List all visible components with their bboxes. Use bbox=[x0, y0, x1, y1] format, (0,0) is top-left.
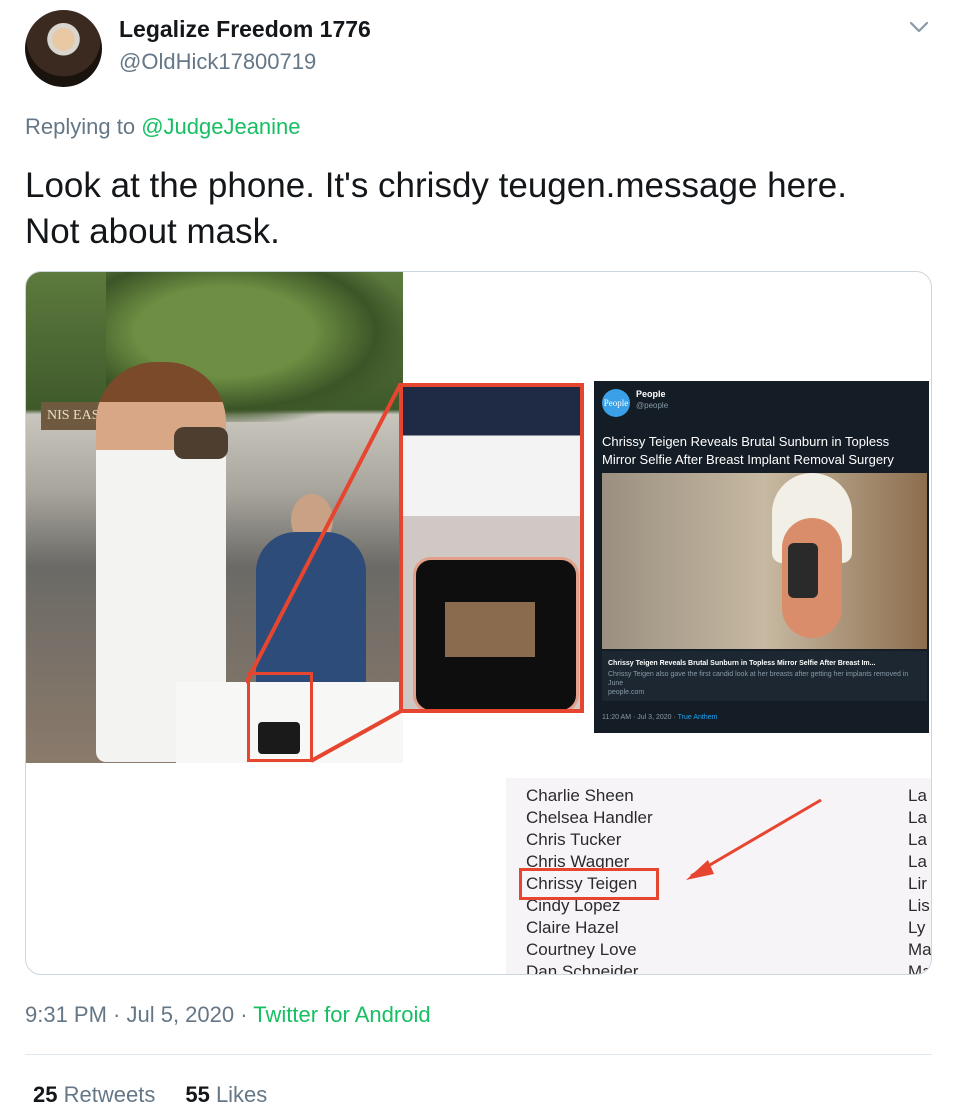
zoomed-phone bbox=[399, 383, 584, 713]
likes-stat[interactable]: 55 Likes bbox=[185, 1082, 267, 1107]
names-list-image: Charlie Sheen Chelsea Handler Chris Tuck… bbox=[506, 778, 931, 974]
inner-timestamp: 11:20 AM · Jul 3, 2020 · True Anthem bbox=[602, 714, 717, 721]
user-handle[interactable]: @OldHick17800719 bbox=[119, 49, 316, 75]
list-col2: Lis bbox=[908, 896, 930, 915]
tweet-text-line: Not about mask. bbox=[25, 212, 280, 251]
tweet-media[interactable]: NIS EAST People People @people Chrissy T… bbox=[25, 271, 932, 975]
list-item: Chelsea Handler bbox=[526, 808, 653, 827]
face-mask bbox=[174, 427, 228, 459]
tweet-text: Look at the phone. It's chrisdy teugen.m… bbox=[25, 163, 925, 255]
list-item: Dan Schneider bbox=[526, 962, 639, 974]
inner-photo bbox=[602, 473, 927, 649]
link-card-desc: Chrissy Teigen also gave the first candi… bbox=[608, 671, 909, 687]
display-name[interactable]: Legalize Freedom 1776 bbox=[119, 16, 371, 43]
zoom-connector bbox=[246, 383, 403, 763]
inner-handle: @people bbox=[636, 401, 669, 410]
reply-prefix: Replying to bbox=[25, 114, 142, 139]
retweets-count: 25 bbox=[33, 1082, 58, 1107]
list-col2: La bbox=[908, 808, 927, 827]
divider bbox=[25, 1054, 932, 1055]
retweets-label: Retweets bbox=[63, 1082, 156, 1107]
list-item: Courtney Love bbox=[526, 940, 637, 959]
link-card-url: people.com bbox=[608, 689, 645, 696]
list-col2: La bbox=[908, 852, 927, 871]
people-logo: People bbox=[602, 389, 630, 417]
list-item: Charlie Sheen bbox=[526, 786, 634, 805]
list-col2: Ma bbox=[908, 962, 931, 974]
reply-context: Replying to @JudgeJeanine bbox=[25, 114, 301, 140]
inner-name: People bbox=[636, 389, 666, 399]
embedded-tweet-image: People People @people Chrissy Teigen Rev… bbox=[594, 381, 929, 733]
tweet-text-line: Look at the phone. It's chrisdy teugen.m… bbox=[25, 166, 847, 205]
avatar[interactable] bbox=[25, 10, 102, 87]
tweet-meta: 9:31 PM · Jul 5, 2020 · Twitter for Andr… bbox=[25, 1002, 431, 1028]
tweet-stats: 25 Retweets 55 Likes bbox=[33, 1082, 267, 1108]
phone-screen bbox=[445, 602, 535, 657]
list-col2: Ma bbox=[908, 940, 931, 959]
highlight-box-name bbox=[519, 868, 659, 900]
list-col2: La bbox=[908, 786, 927, 805]
list-item: Claire Hazel bbox=[526, 918, 619, 937]
list-col2: La bbox=[908, 830, 927, 849]
red-arrow-icon bbox=[686, 798, 822, 880]
tweet-timestamp[interactable]: 9:31 PM · Jul 5, 2020 · bbox=[25, 1002, 253, 1027]
likes-count: 55 bbox=[185, 1082, 210, 1107]
inner-headline: Chrissy Teigen Reveals Brutal Sunburn in… bbox=[602, 434, 894, 467]
list-col2: Ly bbox=[908, 918, 926, 937]
tweet-source-link[interactable]: Twitter for Android bbox=[253, 1002, 430, 1027]
likes-label: Likes bbox=[215, 1082, 268, 1107]
list-col2: Lir bbox=[908, 874, 927, 893]
reply-mention-link[interactable]: @JudgeJeanine bbox=[141, 114, 300, 139]
chevron-down-icon[interactable] bbox=[906, 14, 932, 40]
inner-time: 11:20 AM · Jul 3, 2020 · bbox=[602, 714, 678, 721]
link-card-title: Chrissy Teigen Reveals Brutal Sunburn in… bbox=[608, 660, 876, 667]
phone-in-hand bbox=[788, 543, 818, 598]
list-item: Chris Tucker bbox=[526, 830, 622, 849]
retweets-stat[interactable]: 25 Retweets bbox=[33, 1082, 155, 1107]
inner-source: True Anthem bbox=[677, 714, 718, 721]
